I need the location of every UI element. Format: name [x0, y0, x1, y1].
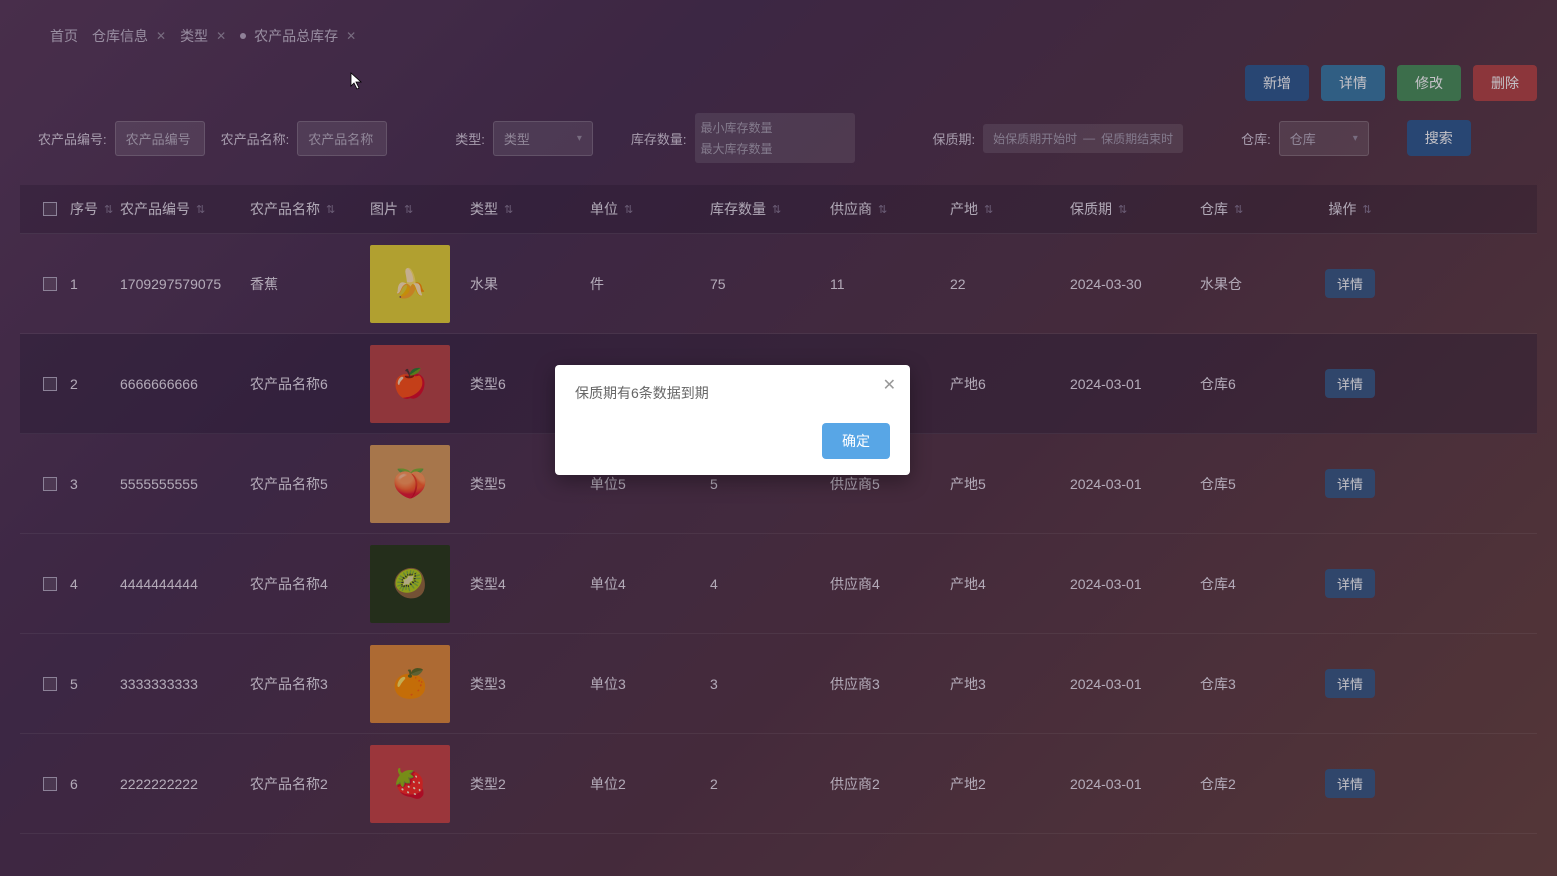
- alert-modal: ✕ 保质期有6条数据到期 确定: [555, 365, 910, 475]
- confirm-button[interactable]: 确定: [822, 423, 890, 459]
- close-icon[interactable]: ✕: [883, 375, 896, 395]
- modal-message: 保质期有6条数据到期: [575, 383, 890, 403]
